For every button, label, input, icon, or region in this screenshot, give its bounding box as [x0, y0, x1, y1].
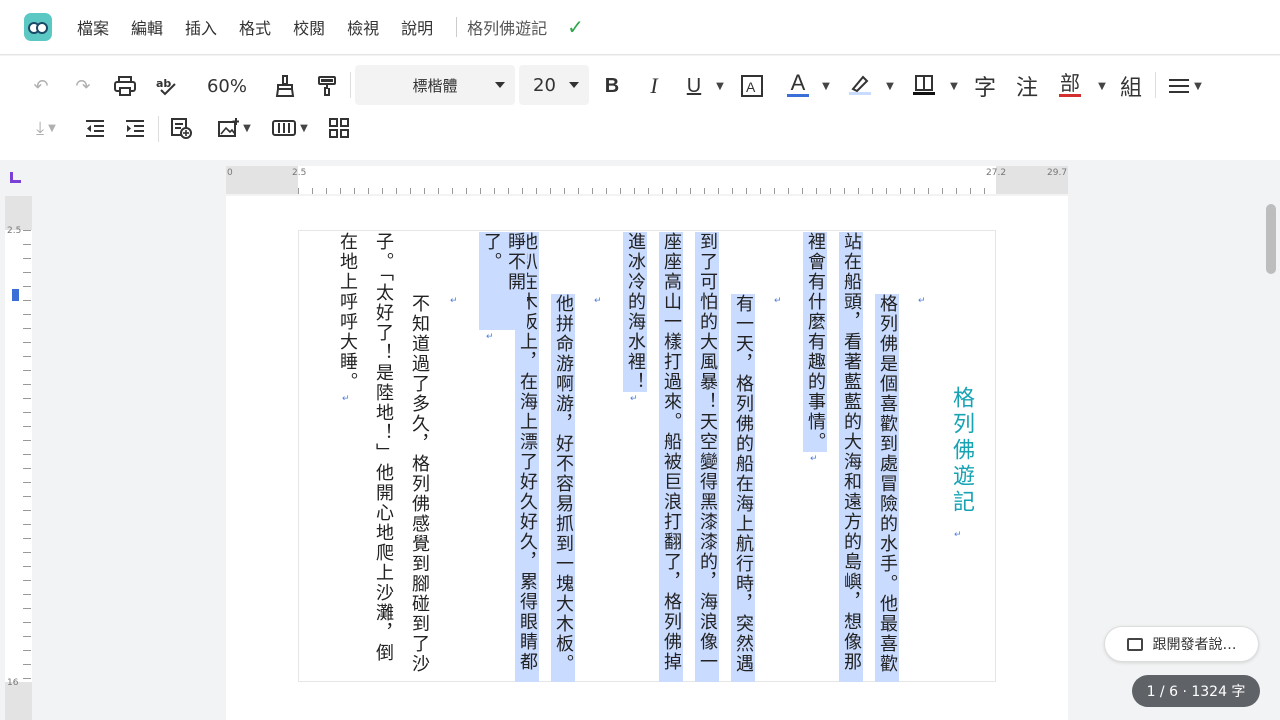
paragraph-mark-icon: ↵	[918, 296, 926, 306]
text-column[interactable]: 站在船頭，看著藍藍的大海和遠方的島嶼，想像那	[839, 232, 863, 682]
radical-chevron-icon[interactable]: ▼	[1090, 68, 1110, 104]
radical-button[interactable]: 部	[1056, 66, 1084, 102]
menu-edit[interactable]: 編輯	[131, 15, 163, 39]
redo-icon[interactable]: ↷	[68, 68, 98, 104]
zoom-level[interactable]: 60%	[200, 68, 254, 104]
ruler-label: 27.2	[986, 168, 1007, 178]
feedback-label: 跟開發者說…	[1152, 637, 1237, 653]
text-column[interactable]: 在地上呼呼大睡。	[335, 232, 359, 392]
svg-text:A: A	[746, 79, 756, 95]
paragraph-mark-icon: ↵	[954, 530, 962, 540]
text-column[interactable]: 子。「太好了！是陸地！」他開心地爬上沙灘，倒	[371, 232, 395, 682]
paragraph-mark-icon: ↵	[774, 296, 782, 306]
check-icon: ✓	[567, 15, 584, 39]
page-word-count: 1 / 6 · 1324 字	[1132, 675, 1260, 707]
feedback-button[interactable]: 跟開發者說…	[1104, 626, 1259, 662]
ruler-label: 2.5	[292, 168, 307, 178]
chevron-down-icon	[495, 82, 505, 88]
text-column[interactable]: 不知道過了多久，格列佛感覺到腳碰到了沙	[407, 294, 431, 682]
text-column[interactable]: 格列佛是個喜歡到處冒險的水手。他最喜歡	[875, 294, 899, 682]
bold-button[interactable]: B	[598, 68, 626, 104]
annotation-button[interactable]: 注	[1012, 68, 1042, 104]
underline-button[interactable]: U	[680, 68, 708, 104]
text-column[interactable]: 睜不開了。	[479, 232, 527, 330]
outdent-icon[interactable]	[80, 110, 110, 146]
border-icon[interactable]	[910, 66, 938, 102]
menu-divider	[456, 17, 458, 37]
radical-label: 部	[1060, 70, 1080, 95]
insert-note-icon[interactable]	[166, 110, 196, 146]
text-column[interactable]: 有一天，格列佛的船在海上航行時，突然遇	[731, 294, 755, 682]
document-title[interactable]: 格列佛遊記	[467, 15, 547, 39]
border-swatch	[913, 91, 935, 95]
text-column[interactable]: 他拼命游啊游，好不容易抓到一塊大木板。	[551, 294, 575, 682]
paragraph-mark-icon: ↵	[594, 296, 602, 306]
text-column[interactable]: 到了可怕的大風暴！天空變得黑漆漆的，海浪像一	[695, 232, 719, 682]
menubar: 檔案 編輯 插入 格式 校閱 檢視 說明 格列佛遊記 ✓	[0, 0, 1280, 55]
paragraph-mark-icon: ↵	[810, 454, 818, 464]
ruler-label: 0	[227, 168, 233, 178]
toolbar-divider	[158, 116, 159, 142]
highlight-chevron-icon[interactable]: ▼	[878, 68, 898, 104]
highlight-swatch	[849, 91, 871, 95]
text-column[interactable]: 裡會有什麼有趣的事情。	[803, 232, 827, 452]
clear-format-icon[interactable]	[270, 68, 300, 104]
text-column[interactable]: 進冰冷的海水裡！	[623, 232, 647, 392]
align-icon[interactable]: ▼	[1166, 68, 1204, 104]
spellcheck-icon[interactable]: ab	[152, 68, 182, 104]
font-size-select[interactable]: 20	[519, 65, 589, 105]
text-box-icon[interactable]: A	[738, 68, 766, 104]
menu-view[interactable]: 檢視	[347, 15, 379, 39]
menu-review[interactable]: 校閱	[293, 15, 325, 39]
page-layout-icon[interactable]: ▼	[270, 110, 310, 146]
menu-help[interactable]: 說明	[401, 15, 433, 39]
toolbar-divider	[350, 72, 351, 98]
format-painter-icon[interactable]	[312, 68, 342, 104]
font-color-button[interactable]: A	[784, 66, 812, 102]
ruler-label: 29.7	[1047, 168, 1068, 178]
font-color-chevron-icon[interactable]: ▼	[814, 68, 834, 104]
insert-image-icon[interactable]: ▼	[214, 110, 254, 146]
font-size-value: 20	[533, 74, 556, 96]
paragraph-mark-icon: ↵	[630, 394, 638, 404]
vertical-scrollbar[interactable]	[1266, 204, 1276, 274]
border-chevron-icon[interactable]: ▼	[942, 68, 962, 104]
paragraph-mark-icon: ↵	[486, 332, 494, 342]
character-button[interactable]: 字	[970, 68, 1000, 104]
grid-icon[interactable]	[324, 110, 354, 146]
chat-icon	[1126, 637, 1143, 651]
svg-text:ab: ab	[156, 77, 171, 90]
paragraph-mark-icon: ↵	[450, 296, 458, 306]
font-family-select[interactable]: 標楷體	[355, 65, 515, 105]
text-column[interactable]: 座座高山一樣打過來。船被巨浪打翻了，格列佛掉	[659, 232, 683, 682]
app-logo-icon[interactable]	[24, 13, 52, 41]
download-icon[interactable]: ⤓ ▼	[26, 110, 66, 146]
ruler-corner-icon[interactable]	[10, 172, 21, 183]
font-color-letter: A	[790, 69, 806, 95]
undo-icon[interactable]: ↶	[26, 68, 56, 104]
underline-options-chevron-icon[interactable]: ▼	[708, 68, 728, 104]
menu-file[interactable]: 檔案	[77, 15, 109, 39]
font-family-value: 標楷體	[412, 76, 458, 95]
document-heading[interactable]: 格列佛遊記	[945, 386, 977, 516]
indent-icon[interactable]	[120, 110, 150, 146]
radical-swatch	[1059, 93, 1081, 97]
menu-format[interactable]: 格式	[239, 15, 271, 39]
ruler-text-area	[298, 166, 996, 194]
ruler-label: 16	[7, 678, 19, 688]
menu-insert[interactable]: 插入	[185, 15, 217, 39]
font-color-swatch	[787, 93, 809, 97]
print-icon[interactable]	[110, 68, 140, 104]
italic-button[interactable]: I	[640, 68, 668, 104]
paragraph-mark-icon: ↵	[342, 394, 350, 404]
chevron-down-icon	[569, 82, 579, 88]
toolbar-divider	[1155, 72, 1156, 98]
compose-button[interactable]: 組	[1116, 68, 1146, 104]
highlight-pen-icon[interactable]	[846, 66, 874, 102]
ruler-label: 2.5	[7, 226, 22, 236]
ruler-cursor-marker[interactable]	[12, 289, 19, 301]
